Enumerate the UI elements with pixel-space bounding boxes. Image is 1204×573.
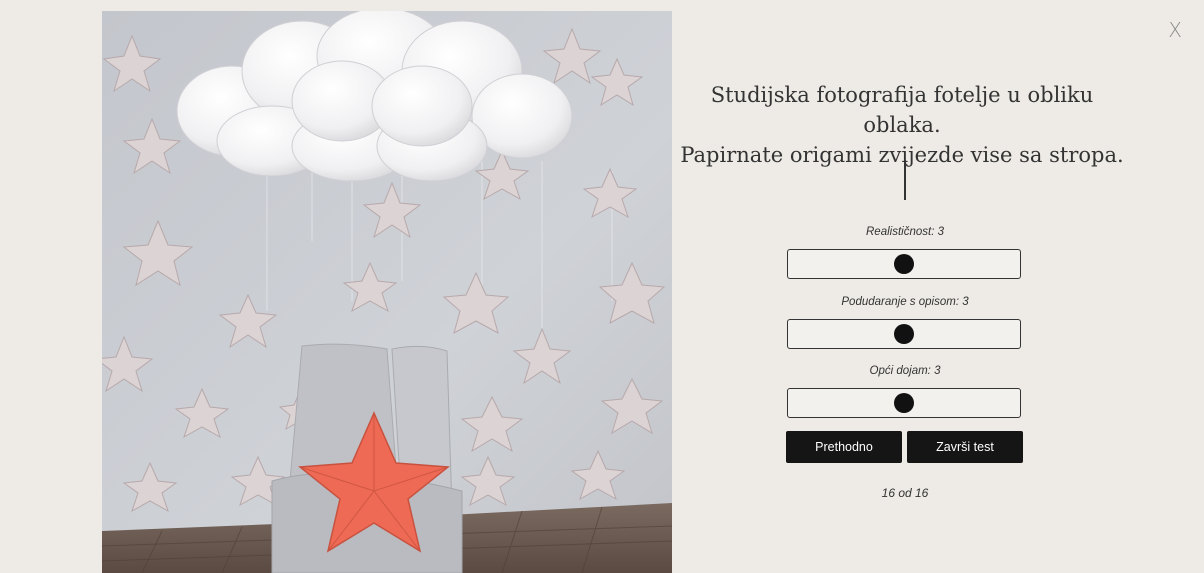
image-description: Studijska fotografija fotelje u obliku o…: [672, 80, 1132, 170]
overall-impression-label: Opći dojam: 3: [869, 365, 941, 377]
divider-bar: [904, 160, 906, 200]
description-line-1: Studijska fotografija fotelje u obliku o…: [710, 83, 1094, 137]
description-match-slider-thumb[interactable]: [893, 324, 914, 344]
previous-button[interactable]: Prethodno: [786, 431, 902, 463]
stimulus-photo: [102, 11, 672, 573]
overall-impression-slider[interactable]: [787, 388, 1021, 418]
realism-slider[interactable]: [787, 249, 1021, 279]
description-match-label: Podudaranje s opisom: 3: [841, 296, 969, 308]
realism-label: Realističnost: 3: [866, 226, 944, 238]
progress-counter: 16 od 16: [881, 486, 929, 500]
realism-slider-thumb[interactable]: [893, 254, 914, 274]
overall-impression-slider-thumb[interactable]: [893, 393, 914, 413]
description-match-slider[interactable]: [787, 319, 1021, 349]
close-button[interactable]: X: [1168, 20, 1182, 40]
description-line-2: Papirnate origami zvijezde vise sa strop…: [680, 143, 1124, 167]
finish-test-button[interactable]: Završi test: [907, 431, 1023, 463]
rating-panel: Studijska fotografija fotelje u obliku o…: [672, 0, 1132, 573]
